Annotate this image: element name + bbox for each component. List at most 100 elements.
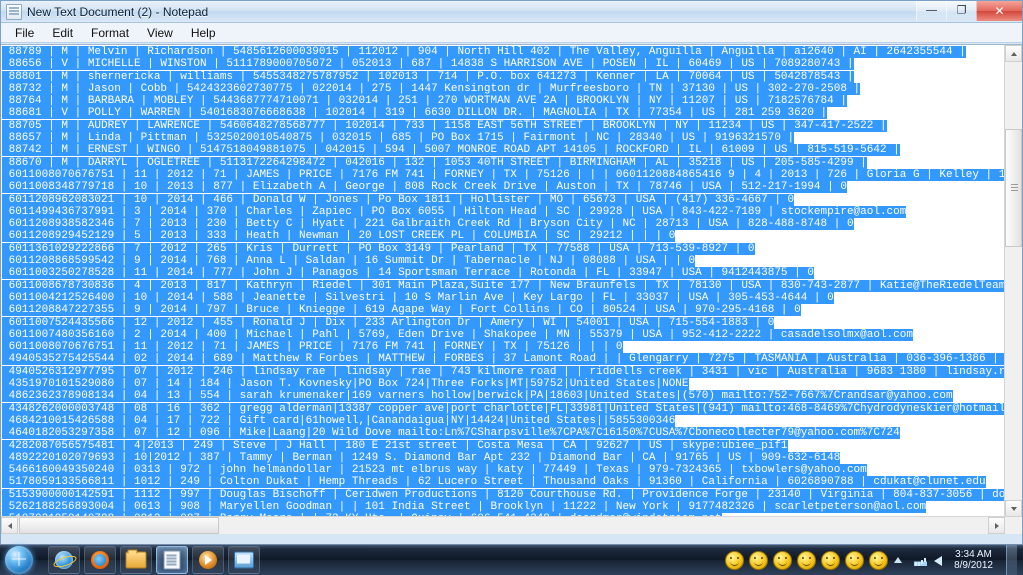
selected-text: 88742 | M | ERNEST | WINGO | 51475180498… <box>2 144 900 157</box>
window-title: New Text Document (2) - Notepad <box>27 4 209 19</box>
selected-text: 6011008348779718 | 10 | 2013 | 877 | Eli… <box>2 181 847 194</box>
menu-help[interactable]: Help <box>183 24 224 42</box>
selected-text: 88801 | M | shernericka | williams | 545… <box>2 70 854 83</box>
smiley-face-icon[interactable] <box>725 550 745 570</box>
network-button[interactable] <box>914 554 928 567</box>
editor-line: 6011208962083021 | 10 | 2014 | 466 | Don… <box>2 193 1005 206</box>
editor-line: 6011008070676751 | 11 | 2012 | 71 | JAME… <box>2 168 1005 181</box>
editor-line: 6011003250278528 | 11 | 2014 | 777 | Joh… <box>2 267 1005 280</box>
media-player-taskbar-button[interactable] <box>192 546 224 574</box>
selected-text: 88657 | M | Linda | Pittman | 5325020010… <box>2 132 795 145</box>
text-editor[interactable]: 88789 | M | Melvin | Richardson | 548561… <box>2 46 1005 517</box>
editor-line: 6011007524435566 | 12 | 2012 | 455 | Ron… <box>2 316 1005 329</box>
editor-line: 88681 | V | POLLY | WARREN | 54016830766… <box>2 107 1005 120</box>
firefox-taskbar-button[interactable] <box>84 546 116 574</box>
menu-format[interactable]: Format <box>83 24 137 42</box>
menu-edit[interactable]: Edit <box>44 24 81 42</box>
editor-line: 88705 | M | AUDREY | LAWRENCE | 54606482… <box>2 119 1005 132</box>
notepad-taskbar-button[interactable] <box>156 546 188 574</box>
selected-text: 6011007480356160 | 2 | 2014 | 400 | Mich… <box>2 328 913 341</box>
selected-text: 5178059133566811 | 1012 | 249 | Colton D… <box>2 476 986 489</box>
editor-line: 88764 | M | BARBARA | MOBLEY | 544368777… <box>2 95 1005 108</box>
smiley-face-icon[interactable] <box>749 550 769 570</box>
editor-line: 6011008070676751 | 11 | 2012 | 71 | JAME… <box>2 341 1005 354</box>
editor-line: 5178059133566811 | 1012 | 249 | Colton D… <box>2 476 1005 489</box>
horizontal-scrollbar[interactable] <box>1 516 1005 534</box>
selected-text: 88681 | V | POLLY | WARREN | 54016830766… <box>2 107 828 120</box>
editor-line: 5262188256893004 | 0613 | 908 | Maryelle… <box>2 500 1005 513</box>
smiley-face-icon[interactable] <box>821 550 841 570</box>
editor-line: 88801 | M | shernericka | williams | 545… <box>2 70 1005 83</box>
selected-text: 6011007524435566 | 12 | 2012 | 455 | Ron… <box>2 316 775 329</box>
scroll-down-button[interactable] <box>1005 500 1022 517</box>
selected-text: 88670 | M | DARRYL | OGLETREE | 51131722… <box>2 156 867 169</box>
editor-line: 4892220102079693 | 10|2012 | 387 | Tammy… <box>2 451 1005 464</box>
start-button[interactable] <box>0 545 44 575</box>
selected-text: 6011208938582346 | 7 | 2013 | 230 | Bett… <box>2 218 854 231</box>
scroll-right-button[interactable] <box>988 517 1005 534</box>
window-controls: — ❐ ✕ <box>916 1 1022 22</box>
window-titlebar[interactable]: New Text Document (2) - Notepad — ❐ ✕ <box>1 1 1022 23</box>
selected-text: 6011003250278528 | 11 | 2014 | 777 | Joh… <box>2 267 814 280</box>
selected-text: 4348262000003748 | 08 | 16 | 362 | gregg… <box>2 402 1005 415</box>
show-desktop-button[interactable] <box>1006 545 1017 575</box>
selected-text: 6011208847227355 | 9 | 2014 | 797 | Bruc… <box>2 304 801 317</box>
smiley-face-icon[interactable] <box>869 550 889 570</box>
screen: New Text Document (2) - Notepad — ❐ ✕ Fi… <box>0 0 1023 575</box>
selected-text: 6011361029222866 | 7 | 2012 | 265 | Kris… <box>2 242 755 255</box>
vertical-scrollbar[interactable] <box>1004 45 1022 517</box>
scroll-left-button[interactable] <box>1 517 18 534</box>
selected-text: 6011208868599542 | 9 | 2014 | 768 | Anna… <box>2 255 696 268</box>
selected-text: 4684210015426588 | 04 | 17 | 722 | Gift … <box>2 414 676 427</box>
volume-button[interactable] <box>934 554 947 567</box>
vertical-scroll-thumb[interactable] <box>1005 129 1022 247</box>
window-switcher-icon <box>234 551 254 569</box>
smiley-face-icon[interactable] <box>845 550 865 570</box>
windows-start-orb-icon <box>5 546 33 574</box>
editor-line: 88656 | V | MICHELLE | WINSTON | 5111789… <box>2 58 1005 71</box>
selected-text: 4892220102079693 | 10|2012 | 387 | Tammy… <box>2 451 841 464</box>
media-player-icon <box>199 551 217 569</box>
editor-line: 5466160049350240 | 0313 | 972 | john hel… <box>2 464 1005 477</box>
editor-line: 4348262000003748 | 08 | 16 | 362 | gregg… <box>2 402 1005 415</box>
selected-text: 6011208962083021 | 10 | 2014 | 466 | Don… <box>2 193 795 206</box>
notepad-document-icon <box>6 3 22 20</box>
selected-text: 4351970101529080 | 07 | 14 | 184 | Jason… <box>2 378 689 391</box>
internet-explorer-taskbar-button[interactable] <box>48 546 80 574</box>
scroll-up-button[interactable] <box>1005 45 1022 62</box>
editor-line: 88789 | M | Melvin | Richardson | 548561… <box>2 46 1005 58</box>
editor-line: 4940526312977795 | 07 | 2012 | 246 | lin… <box>2 365 1005 378</box>
smiley-face-icon[interactable] <box>797 550 817 570</box>
internet-explorer-icon <box>55 551 73 569</box>
horizontal-scroll-thumb[interactable] <box>19 517 219 534</box>
scrollbar-corner <box>1005 517 1022 534</box>
editor-line: 6011007480356160 | 2 | 2014 | 400 | Mich… <box>2 328 1005 341</box>
notepad-icon <box>163 550 181 570</box>
editor-line: 88670 | M | DARRYL | OGLETREE | 51131722… <box>2 156 1005 169</box>
editor-line: 4862362378908134 | 04 | 13 | 554 | sarah… <box>2 390 1005 403</box>
selected-text: 4940535275425544 | 02 | 2014 | 689 | Mat… <box>2 353 1005 366</box>
show-hidden-icons-button[interactable] <box>894 554 907 567</box>
folder-explorer-taskbar-button[interactable] <box>120 546 152 574</box>
quick-launch-bar <box>44 546 260 574</box>
editor-line: 88742 | M | ERNEST | WINGO | 51475180498… <box>2 144 1005 157</box>
selected-text: 6011208929452129 | 5 | 2013 | 333 | Heat… <box>2 230 676 243</box>
window-switcher-taskbar-button[interactable] <box>228 546 260 574</box>
smiley-face-icon[interactable] <box>773 550 793 570</box>
maximize-button[interactable]: ❐ <box>946 1 976 21</box>
smiley-icons-group <box>725 550 889 570</box>
menu-view[interactable]: View <box>139 24 181 42</box>
editor-line: 6011008678730836 | 4 | 2013 | 817 | Kath… <box>2 279 1005 292</box>
selected-text: 6011008070676751 | 11 | 2012 | 71 | JAME… <box>2 168 1005 181</box>
system-tray: 3:34 AM 8/9/2012 <box>894 545 1023 575</box>
minimize-button[interactable]: — <box>916 1 946 21</box>
menu-file[interactable]: File <box>7 24 42 42</box>
editor-line: 6011008348779718 | 10 | 2013 | 877 | Eli… <box>2 181 1005 194</box>
folder-explorer-icon <box>125 549 147 569</box>
selected-text: 5153900000142591 | 1112 | 997 | Douglas … <box>2 488 1005 501</box>
editor-line: 4351970101529080 | 07 | 14 | 184 | Jason… <box>2 378 1005 391</box>
editor-line: 6011208847227355 | 9 | 2014 | 797 | Bruc… <box>2 304 1005 317</box>
close-button[interactable]: ✕ <box>976 1 1022 21</box>
network-icon <box>914 555 928 566</box>
clock[interactable]: 3:34 AM 8/9/2012 <box>954 549 997 571</box>
